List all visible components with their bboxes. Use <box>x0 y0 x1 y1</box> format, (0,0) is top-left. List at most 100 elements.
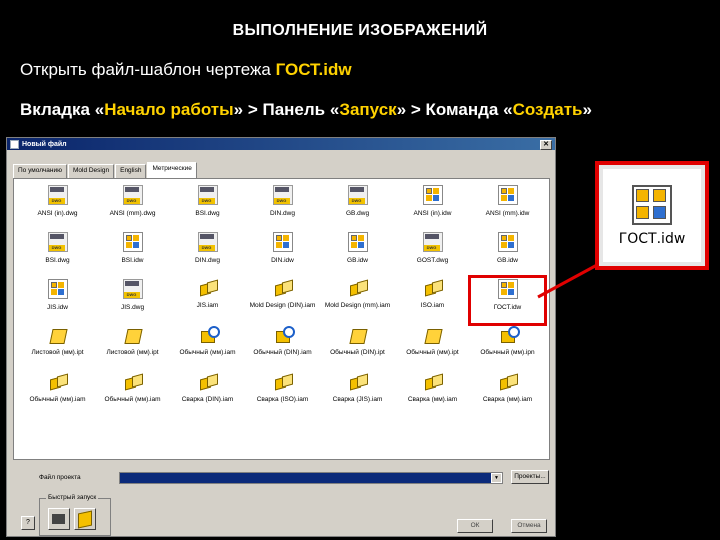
dwg-file-icon <box>422 232 443 252</box>
open-samples-icon[interactable] <box>74 508 96 530</box>
template-file-name: BSI.dwg <box>45 257 70 264</box>
iam-file-icon <box>199 279 217 297</box>
template-file[interactable]: Обычный (DIN).iam <box>245 324 320 371</box>
drawing-template-icon <box>632 184 672 225</box>
iam-file-icon <box>349 279 367 297</box>
template-file-name: Сварка (мм).iam <box>482 396 533 403</box>
template-file-name: Сварка (DIN).iam <box>181 396 234 403</box>
template-file[interactable]: GB.idw <box>320 230 395 277</box>
gost-idw-callout: ГОСТ.idw <box>595 161 709 270</box>
template-file-name: JIS.idw <box>47 304 68 311</box>
gost-idw-template[interactable]: ГОСТ.idw <box>468 275 547 326</box>
line2-part-4: » <box>582 100 592 119</box>
tab-3[interactable]: Метрические <box>147 162 197 178</box>
template-file[interactable]: GB.idw <box>470 230 545 277</box>
line2-part-2: » > Панель « <box>233 100 340 119</box>
dwg-file-icon <box>122 185 143 205</box>
instruction-line-2: Вкладка «Начало работы» > Панель «Запуск… <box>20 100 592 120</box>
template-file[interactable]: Листовой (мм).ipt <box>95 324 170 371</box>
project-file-select[interactable]: ▼ <box>119 472 503 484</box>
idw-file-icon <box>347 232 368 252</box>
help-button[interactable]: ? <box>21 516 35 530</box>
template-file[interactable]: Обычный (мм).iam <box>20 371 95 418</box>
template-file[interactable]: DIN.dwg <box>245 183 320 230</box>
template-file-name: GB.idw <box>347 257 368 264</box>
projects-button[interactable]: Проекты... <box>511 470 549 484</box>
callout-inner: ГОСТ.idw <box>603 169 701 262</box>
template-file-name: GB.idw <box>497 257 518 264</box>
line2-part-1: Вкладка « <box>20 100 105 119</box>
template-file-name: BSI.idw <box>121 257 144 264</box>
template-file[interactable]: Сварка (DIN).iam <box>170 371 245 418</box>
template-file[interactable]: ANSI (mm).idw <box>470 183 545 230</box>
close-button[interactable]: ✕ <box>540 140 552 150</box>
template-file-name: Обычный (DIN).iam <box>253 349 312 356</box>
template-file-name: ANSI (in).dwg <box>37 210 78 217</box>
template-file[interactable]: Mold Design (mm).iam <box>320 277 395 324</box>
template-file[interactable]: GB.dwg <box>320 183 395 230</box>
dwg-file-icon <box>272 185 293 205</box>
template-file[interactable]: Сварка (JIS).iam <box>320 371 395 418</box>
ok-button[interactable]: ОК <box>457 519 493 533</box>
template-file[interactable]: GOST.dwg <box>395 230 470 277</box>
project-file-label: Файл проекта <box>39 474 81 481</box>
tab-1[interactable]: Mold Design <box>67 164 115 178</box>
iam-file-icon <box>499 373 517 391</box>
template-file[interactable]: BSI.dwg <box>20 230 95 277</box>
ipn-file-icon <box>274 326 295 344</box>
template-file[interactable]: BSI.dwg <box>170 183 245 230</box>
template-file[interactable]: Обычный (мм).ipt <box>395 324 470 371</box>
dwg-file-icon <box>347 185 368 205</box>
template-file-name: Обычный (DIN).ipt <box>330 349 385 356</box>
iam-file-icon <box>424 279 442 297</box>
template-file[interactable]: DIN.idw <box>245 230 320 277</box>
line2-part-3: » > Команда « <box>396 100 513 119</box>
template-file[interactable]: Сварка (мм).iam <box>395 371 470 418</box>
template-file[interactable]: Сварка (ISO).iam <box>245 371 320 418</box>
template-file-name: ГОСТ.idw <box>493 304 522 311</box>
dwg-file-icon <box>47 232 68 252</box>
template-file-name: Обычный (мм).iam <box>179 349 236 356</box>
template-file[interactable]: Листовой (мм).ipt <box>20 324 95 371</box>
tab-0[interactable]: По умолчанию <box>13 164 67 178</box>
template-file[interactable]: DIN.dwg <box>170 230 245 277</box>
template-file[interactable]: ANSI (in).idw <box>395 183 470 230</box>
template-file[interactable]: Обычный (мм).iam <box>170 324 245 371</box>
idw-file-icon <box>497 232 518 252</box>
template-file[interactable]: JIS.dwg <box>95 277 170 324</box>
dialog-titlebar[interactable]: Новый файл ✕ <box>7 138 555 150</box>
idw-file-icon <box>497 279 518 299</box>
iam-file-icon <box>274 279 292 297</box>
template-file-name: ISO.iam <box>420 302 445 309</box>
dialog-title: Новый файл <box>22 140 67 148</box>
tab-2[interactable]: English <box>115 164 147 178</box>
template-file-name: Сварка (ISO).iam <box>256 396 309 403</box>
chevron-down-icon[interactable]: ▼ <box>491 473 502 483</box>
template-file[interactable]: ANSI (mm).dwg <box>95 183 170 230</box>
new-file-dialog: Новый файл ✕ По умолчанию Mold Design Engl… <box>6 137 556 537</box>
cancel-button[interactable]: Отмена <box>511 519 547 533</box>
template-file[interactable]: Обычный (DIN).ipt <box>320 324 395 371</box>
template-file[interactable]: ISO.iam <box>395 277 470 324</box>
iam-file-icon <box>49 373 67 391</box>
template-file[interactable]: Обычный (мм).iam <box>95 371 170 418</box>
template-file-name: Обычный (мм).iam <box>104 396 161 403</box>
template-file[interactable]: Сварка (мм).iam <box>470 371 545 418</box>
idw-file-icon <box>422 185 443 205</box>
template-file-name: Листовой (мм).ipt <box>31 349 84 356</box>
template-file[interactable]: JIS.iam <box>170 277 245 324</box>
idw-file-icon <box>122 232 143 252</box>
template-file-name: DIN.dwg <box>195 257 220 264</box>
dwg-file-icon <box>47 185 68 205</box>
template-file-name: JIS.dwg <box>120 304 145 311</box>
template-file[interactable]: ANSI (in).dwg <box>20 183 95 230</box>
template-file-name: GB.dwg <box>345 210 370 217</box>
callout-caption: ГОСТ.idw <box>618 230 686 247</box>
template-file[interactable]: Mold Design (DIN).iam <box>245 277 320 324</box>
template-file-name: Mold Design (DIN).iam <box>249 302 316 309</box>
ipt-file-icon <box>349 326 367 344</box>
open-project-icon[interactable] <box>48 508 70 530</box>
template-file[interactable]: BSI.idw <box>95 230 170 277</box>
template-file[interactable]: Обычный (мм).ipn <box>470 324 545 371</box>
template-file[interactable]: JIS.idw <box>20 277 95 324</box>
